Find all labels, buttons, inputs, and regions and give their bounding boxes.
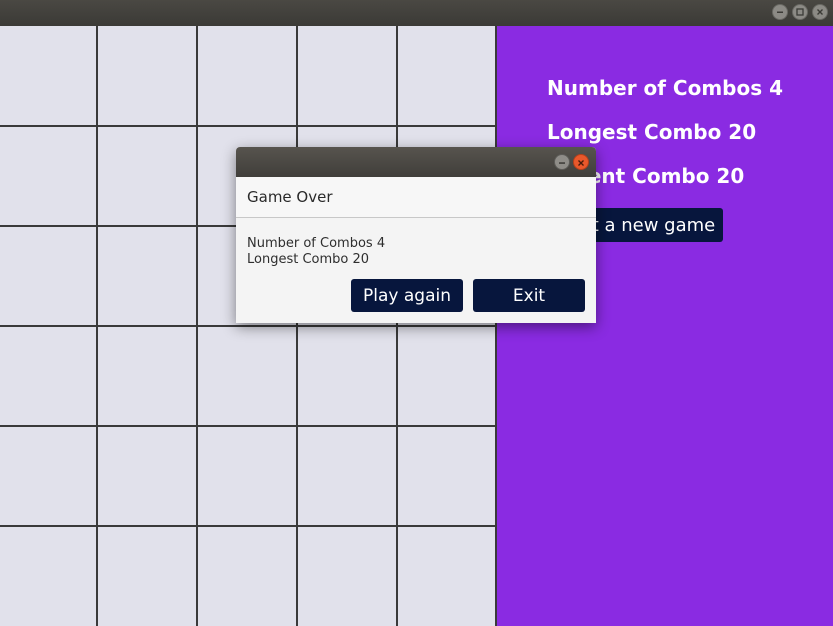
combo-count-label: Number of Combos 4 — [547, 76, 784, 100]
grid-line — [0, 525, 497, 527]
dialog-close-button[interactable] — [573, 154, 589, 170]
minimize-icon — [559, 162, 565, 164]
dialog-header: Game Over — [236, 177, 596, 218]
longest-combo-label: Longest Combo 20 — [547, 120, 757, 144]
exit-button[interactable]: Exit — [473, 279, 585, 312]
game-over-dialog: Game Over Number of Combos 4 Longest Com… — [236, 147, 596, 323]
window-close-button[interactable] — [812, 4, 828, 20]
app-window: Number of Combos 4 Longest Combo 20 Rece… — [0, 0, 833, 626]
grid-line — [0, 125, 497, 127]
window-maximize-button[interactable] — [792, 4, 808, 20]
dialog-titlebar[interactable] — [236, 147, 596, 177]
maximize-icon — [796, 8, 804, 16]
grid-line — [0, 325, 497, 327]
close-icon — [817, 9, 823, 15]
close-icon — [578, 160, 584, 166]
stats-panel: Number of Combos 4 Longest Combo 20 Rece… — [497, 26, 833, 626]
dialog-minimize-button[interactable] — [554, 154, 570, 170]
window-titlebar[interactable] — [0, 0, 833, 26]
window-minimize-button[interactable] — [772, 4, 788, 20]
grid-line — [0, 425, 497, 427]
play-again-button[interactable]: Play again — [351, 279, 463, 312]
dialog-longest-combo: Longest Combo 20 — [247, 252, 370, 267]
dialog-title: Game Over — [247, 188, 333, 206]
minimize-icon — [777, 11, 783, 13]
dialog-combo-count: Number of Combos 4 — [247, 236, 386, 251]
game-board[interactable] — [0, 26, 497, 626]
